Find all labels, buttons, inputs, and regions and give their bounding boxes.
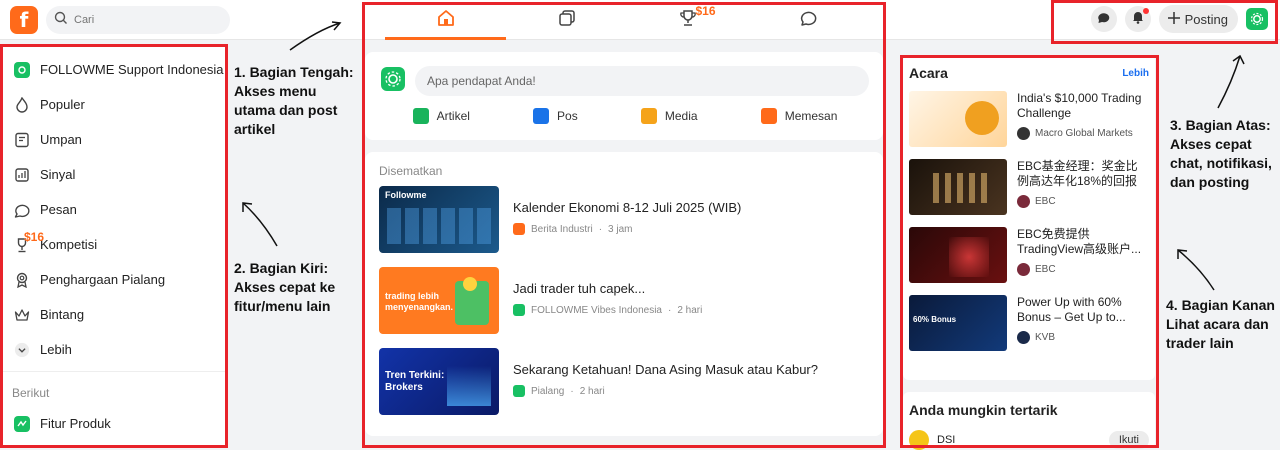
annotation-top: 3. Bagian Atas: Akses cepat chat, notifi… bbox=[1170, 117, 1272, 190]
arrow-top bbox=[1217, 55, 1241, 109]
arrow-left bbox=[242, 202, 278, 247]
highlight-top-right bbox=[1051, 0, 1278, 44]
arrow-right bbox=[1177, 249, 1215, 291]
highlight-right bbox=[900, 55, 1159, 448]
search-icon bbox=[54, 11, 68, 30]
search-input[interactable] bbox=[74, 14, 214, 26]
followme-logo[interactable]: f bbox=[10, 6, 38, 34]
search-box[interactable] bbox=[46, 6, 230, 34]
annotation-right: 4. Bagian Kanan Lihat acara dan trader l… bbox=[1166, 297, 1275, 351]
annotation-left: 2. Bagian Kiri: Akses cepat ke fitur/men… bbox=[234, 260, 336, 314]
highlight-left bbox=[0, 44, 228, 448]
annotation-center: 1. Bagian Tengah: Akses menu utama dan p… bbox=[234, 64, 354, 137]
highlight-center bbox=[362, 2, 886, 448]
